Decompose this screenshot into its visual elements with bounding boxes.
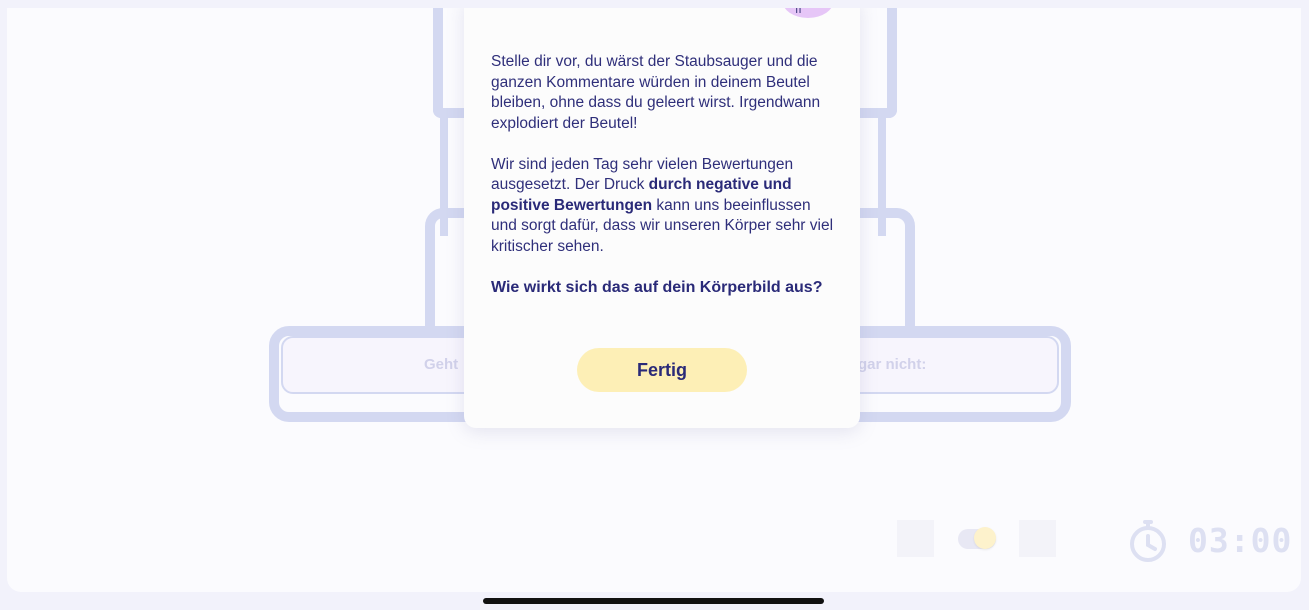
scale-right-label: gar nicht: bbox=[858, 356, 927, 373]
character-avatar bbox=[782, 8, 834, 18]
avatar-mark: ıı bbox=[795, 8, 802, 16]
app-screen: Geht gar nicht: ıı Stelle dir vor, du wä… bbox=[7, 8, 1301, 592]
timer-display: 03:00 bbox=[1188, 521, 1293, 560]
home-indicator[interactable] bbox=[483, 598, 824, 604]
control-square-left[interactable] bbox=[897, 520, 934, 557]
dialog-paragraph-2: Wir sind jeden Tag sehr vielen Bewertung… bbox=[491, 155, 836, 258]
mode-toggle[interactable] bbox=[958, 527, 996, 549]
dialog-paragraph-1: Stelle dir vor, du wärst der Staubsauger… bbox=[491, 53, 821, 132]
control-square-right[interactable] bbox=[1019, 520, 1056, 557]
info-dialog: ıı Stelle dir vor, du wärst der Staubsau… bbox=[464, 8, 860, 428]
timer-icon bbox=[1130, 520, 1166, 562]
toggle-knob bbox=[974, 527, 996, 549]
dialog-question: Wie wirkt sich das auf dein Körperbild a… bbox=[491, 278, 823, 296]
scale-left-label: Geht bbox=[424, 356, 459, 373]
dialog-body: Stelle dir vor, du wärst der Staubsauger… bbox=[491, 52, 836, 319]
done-button[interactable]: Fertig bbox=[577, 348, 747, 392]
